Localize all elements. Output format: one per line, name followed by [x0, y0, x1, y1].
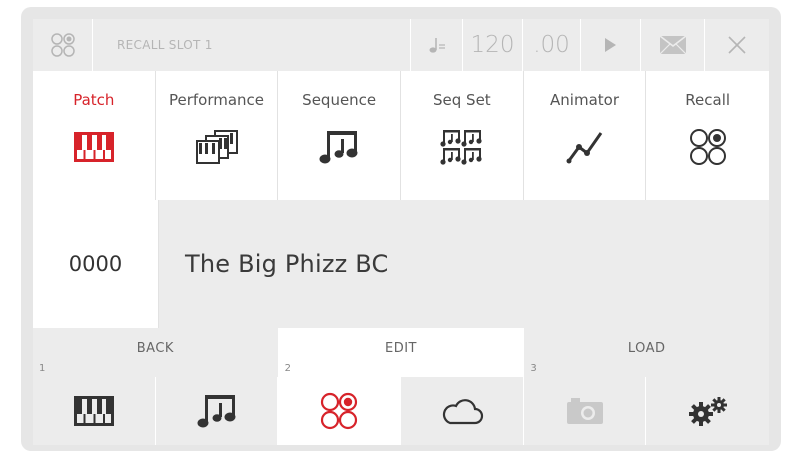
multi-notes-icon: [401, 127, 523, 167]
play-icon[interactable]: [581, 19, 641, 71]
bottom-recall-button[interactable]: [278, 377, 402, 445]
soft-keys: BACK 1 EDIT 2 LOAD 3: [33, 328, 769, 377]
tab-animator[interactable]: Animator: [524, 71, 647, 200]
load-button[interactable]: LOAD 3: [524, 328, 769, 377]
back-button[interactable]: BACK 1: [33, 328, 279, 377]
close-icon[interactable]: [705, 19, 769, 71]
bottom-cloud-button[interactable]: [401, 377, 524, 445]
quarter-note-tempo-icon: [411, 19, 463, 71]
slot-title: RECALL SLOT 1: [93, 19, 411, 71]
layered-keys-icon: [156, 127, 278, 167]
bottom-settings-button[interactable]: [646, 377, 769, 445]
cloud-icon: [442, 399, 483, 425]
mode-tabs: Patch Performance Sequence Seq Set Anima…: [33, 71, 769, 200]
bottom-camera-button[interactable]: [523, 377, 647, 445]
patch-row: 0000 The Big Phizz BC: [33, 200, 769, 328]
tab-sequence[interactable]: Sequence: [278, 71, 402, 200]
softkey-number: 1: [39, 363, 46, 374]
recall-slots-icon[interactable]: [33, 19, 93, 71]
softkey-number: 3: [530, 363, 537, 374]
automation-curve-icon: [524, 127, 646, 167]
music-notes-icon: [278, 127, 400, 167]
tempo-value[interactable]: 120: [463, 19, 523, 71]
screen: RECALL SLOT 1 120 .00 Patch Performance …: [33, 19, 769, 445]
piano-keys-icon: [73, 396, 114, 426]
music-notes-icon: [197, 395, 235, 428]
bottom-toolbar: [33, 377, 769, 445]
patch-name[interactable]: The Big Phizz BC: [159, 200, 769, 328]
bottom-sequence-button[interactable]: [155, 377, 279, 445]
tab-recall[interactable]: Recall: [646, 71, 769, 200]
gears-icon: [688, 397, 727, 426]
bottom-patch-button[interactable]: [33, 377, 156, 445]
camera-icon: [566, 398, 603, 424]
tab-label: Seq Set: [433, 91, 491, 109]
tab-label: Animator: [550, 91, 619, 109]
envelope-icon[interactable]: [641, 19, 705, 71]
tab-label: Recall: [685, 91, 731, 109]
recall-slots-icon: [646, 127, 769, 167]
tab-label: Performance: [168, 91, 265, 109]
tab-performance[interactable]: Performance: [156, 71, 279, 200]
tab-patch[interactable]: Patch: [33, 71, 156, 200]
softkey-label: EDIT: [385, 341, 417, 356]
device-frame: RECALL SLOT 1 120 .00 Patch Performance …: [21, 7, 781, 451]
tempo-fraction[interactable]: .00: [523, 19, 581, 71]
softkey-label: LOAD: [627, 341, 666, 356]
edit-button[interactable]: EDIT 2: [278, 328, 525, 377]
tab-seq-set[interactable]: Seq Set: [401, 71, 524, 200]
softkey-label: BACK: [136, 341, 174, 356]
piano-keys-icon: [33, 127, 155, 167]
patch-number[interactable]: 0000: [33, 200, 159, 328]
tab-label: Patch: [73, 91, 115, 109]
softkey-number: 2: [284, 363, 292, 374]
recall-slots-icon: [321, 392, 358, 430]
tab-label: Sequence: [302, 91, 377, 109]
top-bar: RECALL SLOT 1 120 .00: [33, 19, 769, 71]
